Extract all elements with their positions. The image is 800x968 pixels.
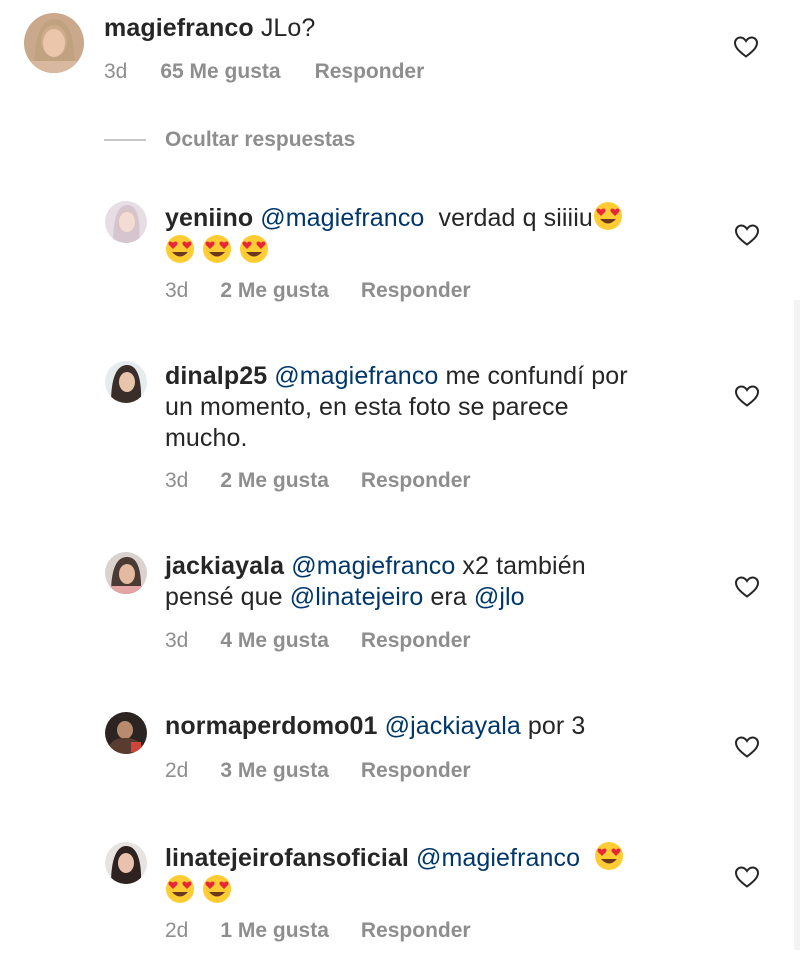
comment-meta: 3d 65 Me gusta Responder [104,60,424,84]
reply-button[interactable]: Responder [361,919,471,943]
comment-meta: 2d 1 Me gusta Responder [165,919,471,943]
comment-username[interactable]: magiefranco [104,14,254,42]
heart-outline-icon[interactable] [734,735,760,759]
comment-meta: 3d 4 Me gusta Responder [165,629,471,653]
comment-text: un momento, en esta foto se parece [165,393,569,421]
avatar[interactable] [105,361,147,403]
comment-likes-count[interactable]: 4 Me gusta [220,629,329,653]
comment-username[interactable]: normaperdomo01 [165,712,378,740]
mention-link[interactable]: @magiefranco [274,362,438,390]
heart-eyes-emoji-icon [165,234,195,264]
comment-time[interactable]: 2d [165,919,188,943]
reply-button[interactable]: Responder [361,469,471,493]
comment-time[interactable]: 2d [165,759,188,783]
mention-link[interactable]: @magiefranco [416,844,580,872]
comment-body: normaperdomo01 @jackiayala por 3 [165,711,585,742]
comment-body: magiefranco JLo? [104,13,315,44]
comment-likes-count[interactable]: 2 Me gusta [220,279,329,303]
comment-meta: 2d 3 Me gusta Responder [165,759,471,783]
avatar[interactable] [105,712,147,754]
comment-likes-count[interactable]: 1 Me gusta [220,919,329,943]
avatar[interactable] [105,201,147,243]
comment-username[interactable]: jackiayala [165,552,284,580]
mention-link[interactable]: @magiefranco [260,204,424,232]
heart-outline-icon[interactable] [734,384,760,408]
comment-meta: 3d 2 Me gusta Responder [165,279,471,303]
reply-button[interactable]: Responder [361,759,471,783]
comment-text: me confundí por [445,362,628,390]
comment-text: pensé que [165,583,283,611]
comment-text: era [430,583,467,611]
comment-body: linatejeirofansoficial @magiefranco [165,841,705,907]
comment-time[interactable]: 3d [165,469,188,493]
heart-eyes-emoji-icon [593,201,623,231]
heart-eyes-emoji-icon [165,874,195,904]
comment-text: mucho. [165,424,248,452]
avatar[interactable] [105,552,147,594]
reply-button[interactable]: Responder [361,629,471,653]
heart-outline-icon[interactable] [734,223,760,247]
comment-body: jackiayala @magiefranco x2 también pensé… [165,551,685,613]
mention-link[interactable]: @magiefranco [291,552,455,580]
comment-time[interactable]: 3d [165,279,188,303]
comment-username[interactable]: yeniino [165,204,253,232]
heart-eyes-emoji-icon [239,234,269,264]
heart-outline-icon[interactable] [734,865,760,889]
heart-eyes-emoji-icon [202,874,232,904]
comment-body: dinalp25 @magiefranco me confundí por un… [165,361,705,454]
heart-eyes-emoji-icon [202,234,232,264]
comment-likes-count[interactable]: 3 Me gusta [220,759,329,783]
mention-link[interactable]: @jackiayala [385,712,521,740]
comment-likes-count[interactable]: 65 Me gusta [160,60,280,84]
mention-link[interactable]: @linatejeiro [290,583,424,611]
comment-text: por 3 [527,712,586,740]
comment-username[interactable]: dinalp25 [165,362,267,390]
heart-outline-icon[interactable] [733,35,759,59]
hide-replies-label: Ocultar respuestas [165,128,356,151]
comment-time[interactable]: 3d [165,629,188,653]
avatar[interactable] [105,842,147,884]
reply-button[interactable]: Responder [361,279,471,303]
reply-button[interactable]: Responder [315,60,425,84]
comment-text: JLo? [260,14,316,42]
comment-text: x2 también [462,552,586,580]
avatar[interactable] [24,13,84,73]
heart-outline-icon[interactable] [734,575,760,599]
comment-body: yeniino @magiefranco verdad q siiiiu [165,201,685,267]
comment-text: verdad q siiiiu [438,204,593,232]
hide-replies-button[interactable]: Ocultar respuestas [104,128,355,152]
comment-likes-count[interactable]: 2 Me gusta [220,469,329,493]
scrollbar-track[interactable] [794,300,800,950]
thread-divider [104,139,146,141]
comment-time[interactable]: 3d [104,60,127,84]
comment-username[interactable]: linatejeirofansoficial [165,844,409,872]
mention-link[interactable]: @jlo [474,583,525,611]
comment-meta: 3d 2 Me gusta Responder [165,469,471,493]
heart-eyes-emoji-icon [594,841,624,871]
